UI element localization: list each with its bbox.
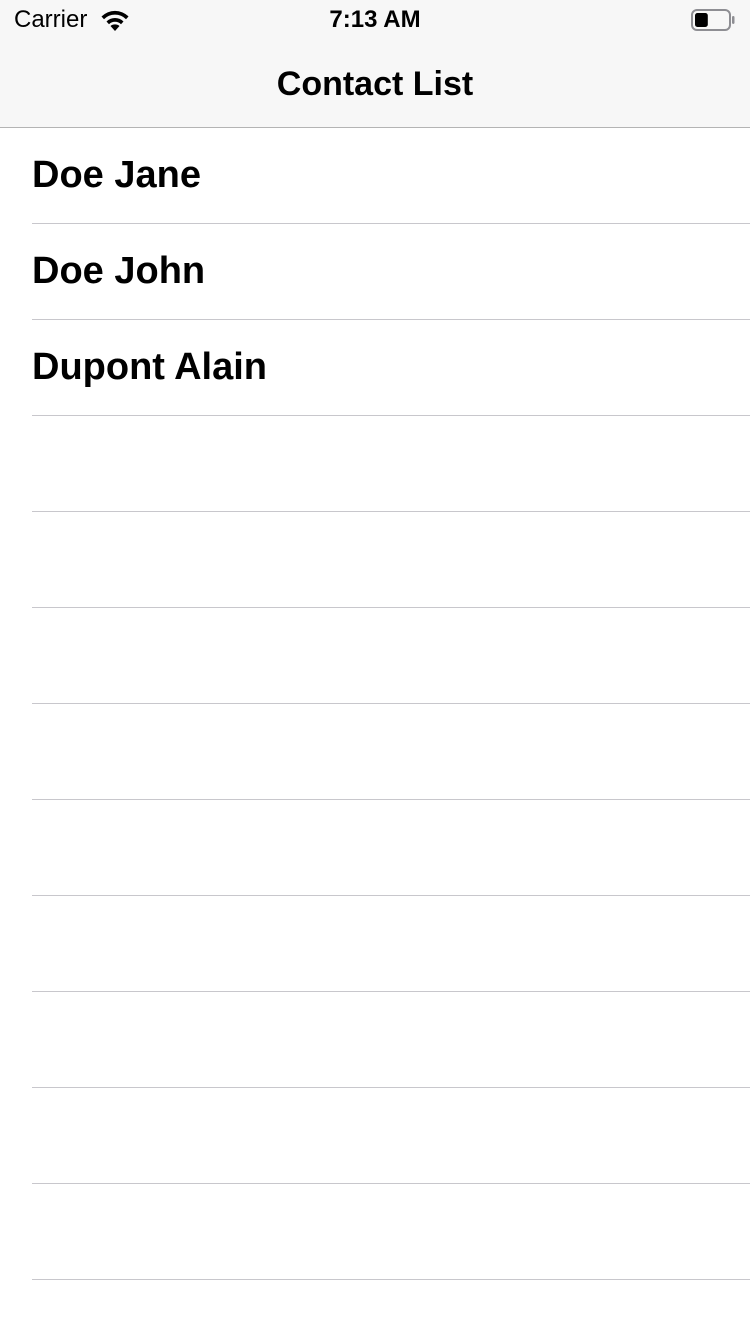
page-title: Contact List [276, 65, 474, 103]
status-bar: Carrier 7:13 AM [0, 0, 750, 40]
row-separator [32, 1279, 750, 1280]
empty-row [0, 608, 750, 704]
empty-row [0, 896, 750, 992]
empty-row [0, 1184, 750, 1280]
contact-name: Dupont Alain [32, 346, 267, 388]
empty-row [0, 800, 750, 896]
battery-icon [691, 9, 735, 31]
empty-row [0, 1088, 750, 1184]
contact-name: Doe Jane [32, 154, 201, 196]
contact-row[interactable]: Doe Jane [0, 128, 750, 224]
empty-row [0, 992, 750, 1088]
empty-row [0, 704, 750, 800]
contact-table[interactable]: Doe Jane Doe John Dupont Alain [0, 128, 750, 1280]
navigation-bar: Contact List [0, 40, 750, 128]
empty-row [0, 512, 750, 608]
contact-row[interactable]: Doe John [0, 224, 750, 320]
contact-row[interactable]: Dupont Alain [0, 320, 750, 416]
clock-time: 7:13 AM [329, 6, 421, 33]
empty-row [0, 416, 750, 512]
battery-level-fill [695, 13, 708, 27]
contact-name: Doe John [32, 250, 206, 292]
